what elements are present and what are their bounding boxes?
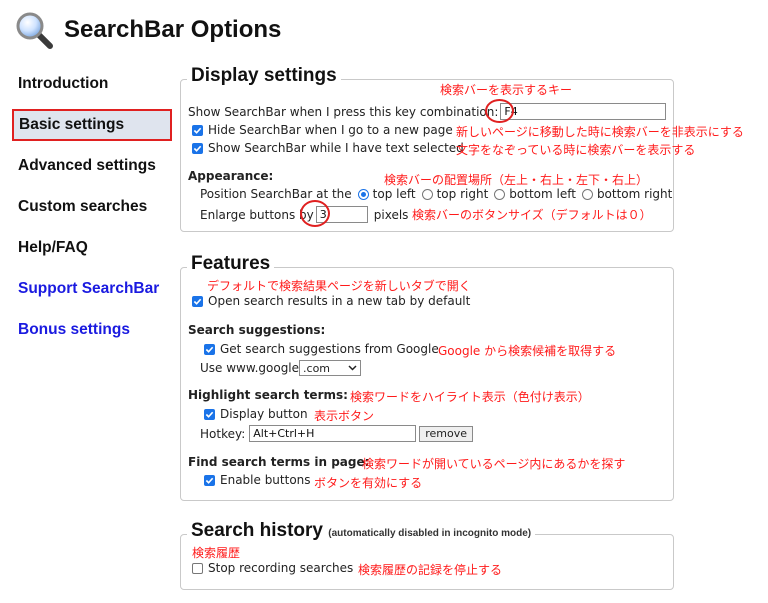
show-with-selection-option[interactable]: Show SearchBar while I have text selecte… [192, 141, 464, 155]
nav-introduction[interactable]: Introduction [12, 68, 172, 100]
stop-recording-label: Stop recording searches [208, 561, 354, 575]
position-bottom-right-radio[interactable] [581, 188, 593, 200]
suggestions-option[interactable]: Get search suggestions from Google [204, 342, 439, 356]
enable-buttons-checkbox[interactable] [204, 474, 215, 486]
position-top-left-label: top left [372, 187, 416, 201]
position-bottom-right-label: bottom right [596, 187, 673, 201]
annotation-stop: 検索履歴の記録を停止する [358, 563, 503, 577]
position-top-right-label: top right [436, 187, 489, 201]
features-legend: Features [187, 253, 275, 275]
highlight-heading: Highlight search terms: [188, 388, 348, 402]
enlarge-label: Enlarge buttons by [200, 207, 314, 222]
hotkey-input[interactable]: Alt+Ctrl+H [249, 425, 417, 442]
position-top-left-radio[interactable] [357, 188, 369, 200]
google-domain-value: .com [303, 361, 331, 375]
hotkey-row: Hotkey: Alt+Ctrl+H remove [200, 425, 474, 442]
find-terms-heading: Find search terms in page: [188, 455, 370, 469]
annotation-circle-key [485, 99, 514, 123]
annotation-position: 検索バーの配置場所（左上・右上・左下・右上） [384, 173, 649, 187]
sidebar-nav: Introduction Basic settings Advanced set… [12, 68, 172, 355]
annotation-circle-enlarge [300, 200, 330, 227]
nav-custom-searches[interactable]: Custom searches [12, 191, 172, 223]
stop-recording-option[interactable]: Stop recording searches [192, 561, 353, 575]
key-combination-input[interactable]: F4 [500, 103, 667, 120]
position-top-right-radio[interactable] [421, 188, 433, 200]
position-label: Position SearchBar at the [200, 187, 352, 201]
show-with-selection-label: Show SearchBar while I have text selecte… [208, 141, 464, 155]
page-title: SearchBar Options [64, 16, 282, 43]
remove-hotkey-button[interactable]: remove [419, 425, 474, 442]
google-domain-row: Use www.google .com [200, 360, 362, 376]
display-settings-legend: Display settings [187, 65, 341, 87]
hide-on-new-page-label: Hide SearchBar when I go to a new page [208, 123, 453, 137]
suggestions-label: Get search suggestions from Google [220, 342, 439, 356]
appearance-heading: Appearance: [188, 169, 274, 183]
use-google-label: Use www.google [200, 361, 300, 375]
position-bottom-left-label: bottom left [509, 187, 576, 201]
annotation-show-text: 文字をなぞっている時に検索バーを表示する [456, 143, 696, 157]
annotation-find: 検索ワードが開いているページ内にあるかを探す [362, 457, 626, 471]
header: SearchBar Options [14, 10, 281, 50]
nav-help-faq[interactable]: Help/FAQ [12, 232, 172, 264]
stop-recording-checkbox[interactable] [192, 562, 203, 574]
search-history-title: Search history [191, 520, 323, 541]
enable-buttons-label: Enable buttons [220, 473, 311, 487]
position-row: Position SearchBar at the top left top r… [200, 187, 672, 201]
annotation-enlarge: 検索バーのボタンサイズ（デフォルトは０） [412, 208, 652, 222]
nav-basic-settings[interactable]: Basic settings [12, 109, 172, 141]
position-bottom-left-radio[interactable] [494, 188, 506, 200]
magnifier-icon [16, 12, 53, 49]
new-tab-option[interactable]: Open search results in a new tab by defa… [192, 294, 470, 308]
hotkey-label: Hotkey: [200, 426, 246, 441]
annotation-hide: 新しいページに移動した時に検索バーを非表示にする [456, 125, 744, 139]
nav-bonus-settings[interactable]: Bonus settings [12, 314, 172, 346]
display-button-option[interactable]: Display button [204, 407, 308, 421]
key-combination-label: Show SearchBar when I press this key com… [188, 104, 499, 119]
incognito-note: (automatically disabled in incognito mod… [328, 528, 532, 539]
annotation-display-button: 表示ボタン [314, 409, 375, 423]
annotation-new-tab: デフォルトで検索結果ページを新しいタブで開く [207, 279, 471, 293]
search-suggestions-heading: Search suggestions: [188, 323, 326, 337]
suggestions-checkbox[interactable] [204, 343, 215, 355]
google-domain-select[interactable]: .com [299, 360, 362, 376]
annotation-history: 検索履歴 [192, 546, 241, 560]
annotation-suggestions: Google から検索候補を取得する [438, 344, 617, 358]
show-with-selection-checkbox[interactable] [192, 142, 203, 154]
chevron-down-icon [348, 365, 357, 371]
display-button-label: Display button [220, 407, 308, 421]
nav-advanced-settings[interactable]: Advanced settings [12, 150, 172, 182]
search-history-legend: Search history (automatically disabled i… [187, 520, 536, 542]
enable-buttons-option[interactable]: Enable buttons [204, 473, 311, 487]
hide-on-new-page-checkbox[interactable] [192, 124, 203, 136]
new-tab-label: Open search results in a new tab by defa… [208, 294, 471, 308]
new-tab-checkbox[interactable] [192, 295, 203, 307]
annotation-key: 検索バーを表示するキー [440, 83, 573, 97]
display-button-checkbox[interactable] [204, 408, 215, 420]
enlarge-unit: pixels [373, 207, 409, 222]
annotation-enable-buttons: ボタンを有効にする [314, 476, 423, 490]
nav-support-searchbar[interactable]: Support SearchBar [12, 273, 172, 305]
annotation-highlight: 検索ワードをハイライト表示（色付け表示） [350, 390, 590, 404]
hide-on-new-page-option[interactable]: Hide SearchBar when I go to a new page [192, 123, 453, 137]
